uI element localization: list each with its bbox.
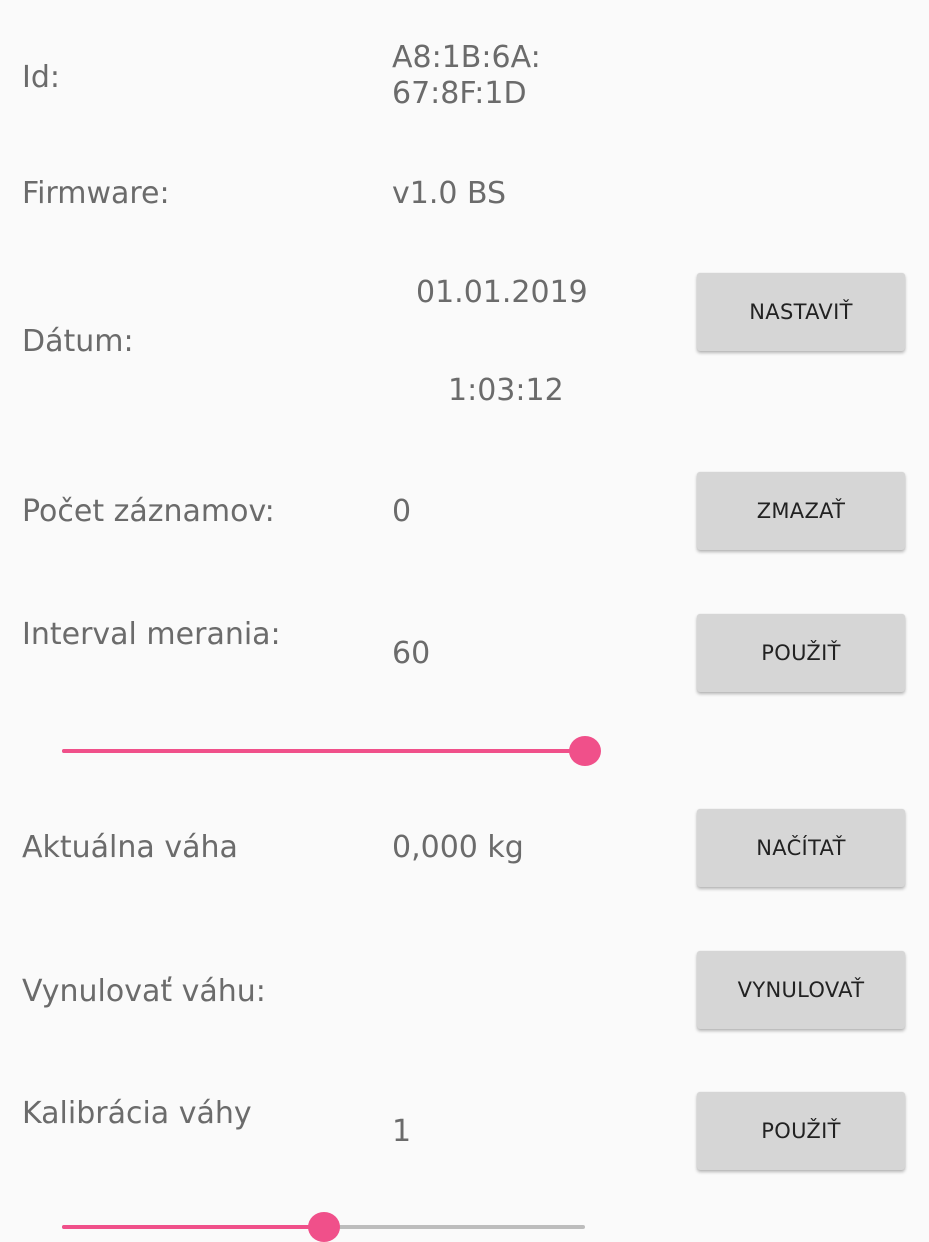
calibration-value: 1: [392, 1114, 412, 1149]
date-value: 01.01.2019: [416, 275, 588, 310]
time-value: 1:03:12: [448, 373, 564, 408]
calibration-slider-thumb[interactable]: [308, 1212, 340, 1242]
delete-records-button[interactable]: ZMAZAŤ: [697, 472, 905, 550]
apply-interval-button[interactable]: POUŽIŤ: [697, 614, 905, 692]
tare-button[interactable]: VYNULOVAŤ: [697, 951, 905, 1029]
interval-slider-fill: [62, 749, 585, 753]
date-label: Dátum:: [22, 324, 134, 359]
firmware-label: Firmware:: [22, 176, 170, 211]
id-value-line2: 67:8F:1D: [392, 76, 527, 111]
records-count-label: Počet záznamov:: [22, 494, 275, 529]
apply-calibration-button[interactable]: POUŽIŤ: [697, 1092, 905, 1170]
interval-slider-thumb[interactable]: [569, 736, 601, 766]
settings-screen: Id: A8:1B:6A: 67:8F:1D Firmware: v1.0 BS…: [0, 0, 929, 1242]
id-label: Id:: [22, 60, 60, 95]
interval-value: 60: [392, 636, 431, 671]
tare-label: Vynulovať váhu:: [22, 974, 266, 1009]
interval-label: Interval merania:: [22, 617, 281, 652]
current-weight-label: Aktuálna váha: [22, 830, 238, 865]
current-weight-value: 0,000 kg: [392, 830, 524, 865]
id-value-line1: A8:1B:6A:: [392, 40, 541, 75]
calibration-label: Kalibrácia váhy: [22, 1096, 252, 1131]
interval-slider[interactable]: [62, 731, 601, 771]
calibration-slider-fill: [62, 1225, 324, 1229]
read-weight-button[interactable]: NAČÍTAŤ: [697, 809, 905, 887]
calibration-slider[interactable]: [62, 1207, 585, 1242]
records-count-value: 0: [392, 494, 412, 529]
set-date-button[interactable]: NASTAVIŤ: [697, 273, 905, 351]
firmware-value: v1.0 BS: [392, 176, 507, 211]
